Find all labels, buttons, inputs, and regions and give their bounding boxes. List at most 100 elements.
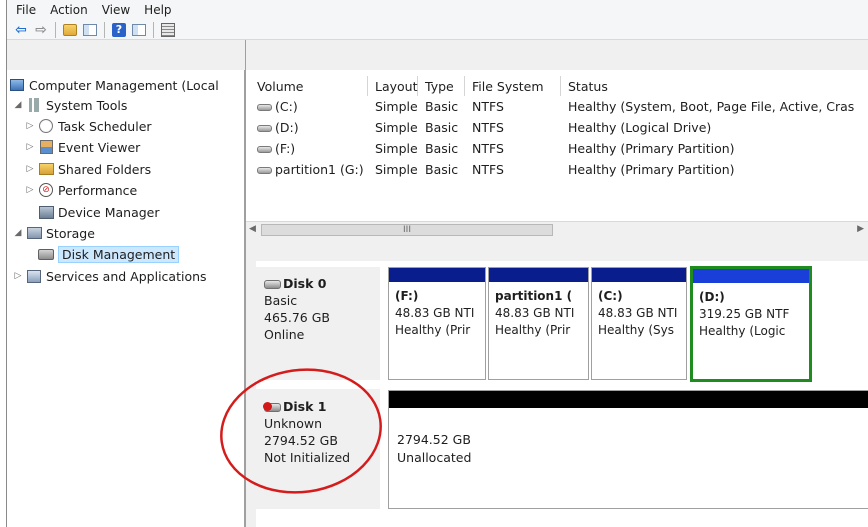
tree-item-label: System Tools <box>46 97 128 113</box>
collapsed-arrow-icon[interactable]: ▷ <box>13 271 23 281</box>
disk-state: Not Initialized <box>264 450 351 465</box>
collapsed-arrow-icon[interactable]: ▷ <box>25 185 35 195</box>
tree-item-shared-folders[interactable]: ▷ Shared Folders <box>25 159 152 179</box>
back-icon[interactable]: ⇦ <box>11 21 31 39</box>
toolbar-separator <box>153 21 154 38</box>
menu-help[interactable]: Help <box>137 3 178 17</box>
volume-status: Healthy (System, Boot, Page File, Active… <box>568 99 855 114</box>
clock-icon <box>38 118 54 134</box>
disk-icon <box>264 280 281 289</box>
tree-item-label: Storage <box>46 225 95 241</box>
expanded-arrow-icon[interactable]: ◢ <box>13 100 23 110</box>
event-viewer-icon <box>38 139 54 155</box>
help-icon[interactable]: ? <box>109 21 129 39</box>
horizontal-scrollbar[interactable]: ◀ III ▶ <box>246 221 868 238</box>
performance-icon: ⊘ <box>38 182 54 198</box>
volume-file-system: NTFS <box>472 162 504 177</box>
unallocated-space[interactable]: 2794.52 GB Unallocated <box>388 390 868 509</box>
tree-item-services-and-applications[interactable]: ▷ Services and Applications <box>13 266 207 286</box>
partition-title: (C:) <box>598 289 623 303</box>
partition-title: (F:) <box>395 289 419 303</box>
volume-row[interactable]: (D:) Simple Basic NTFS Healthy (Logical … <box>246 118 868 138</box>
partition-d[interactable]: (D:) 319.25 GB NTF Healthy (Logic <box>690 266 812 382</box>
pane-splitter[interactable] <box>246 238 868 261</box>
tree-item-label: Computer Management (Local <box>29 77 219 93</box>
volume-row[interactable]: (F:) Simple Basic NTFS Healthy (Primary … <box>246 139 868 159</box>
partition-status: Healthy (Sys <box>598 323 674 337</box>
disk-type: Basic <box>264 293 298 308</box>
partition-status: Healthy (Logic <box>699 324 786 338</box>
toolbar: ⇦ ⇨ ? <box>7 20 868 40</box>
tree-item-device-manager[interactable]: Device Manager <box>38 202 160 222</box>
volume-icon <box>257 104 272 111</box>
partition-status: Healthy (Prir <box>395 323 471 337</box>
tree-item-computer-management[interactable]: Computer Management (Local <box>9 75 219 95</box>
up-folder-icon[interactable] <box>60 21 80 39</box>
show-hide-action-pane-icon[interactable] <box>129 21 149 39</box>
column-header-file-system[interactable]: File System <box>466 76 561 96</box>
partition-title: partition1 ( <box>495 289 573 303</box>
volume-name: (C:) <box>275 99 298 114</box>
volume-type: Basic <box>425 141 459 156</box>
disk-1-label[interactable]: Disk 1 Unknown 2794.52 GB Not Initialize… <box>256 389 380 509</box>
partition-c[interactable]: (C:) 48.83 GB NTI Healthy (Sys <box>591 267 687 380</box>
column-header-volume[interactable]: Volume <box>251 76 368 96</box>
storage-icon <box>26 225 42 241</box>
volume-file-system: NTFS <box>472 141 504 156</box>
partition-bar <box>592 268 686 282</box>
disk-size: 465.76 GB <box>264 310 330 325</box>
forward-icon[interactable]: ⇨ <box>31 21 51 39</box>
tree-item-storage[interactable]: ◢ Storage <box>13 223 95 243</box>
tree-item-disk-management[interactable]: Disk Management <box>38 244 180 264</box>
tree-item-system-tools[interactable]: ◢ System Tools <box>13 95 128 115</box>
partition-size: 319.25 GB NTF <box>699 307 790 321</box>
column-header-status[interactable]: Status <box>562 76 868 96</box>
show-hide-tree-icon[interactable] <box>80 21 100 39</box>
tree-item-task-scheduler[interactable]: ▷ Task Scheduler <box>25 116 152 136</box>
disk-state: Online <box>264 327 305 342</box>
disk-name: Disk 0 <box>283 276 327 291</box>
volume-row[interactable]: partition1 (G:) Simple Basic NTFS Health… <box>246 160 868 180</box>
partition-title: (D:) <box>699 290 725 304</box>
menu-view[interactable]: View <box>95 3 137 17</box>
volume-file-system: NTFS <box>472 99 504 114</box>
partition-g[interactable]: partition1 ( 48.83 GB NTI Healthy (Prir <box>488 267 589 380</box>
expanded-arrow-icon[interactable]: ◢ <box>13 228 23 238</box>
computer-icon <box>9 77 25 93</box>
volume-file-system: NTFS <box>472 120 504 135</box>
collapsed-arrow-icon[interactable]: ▷ <box>25 164 35 174</box>
menu-action[interactable]: Action <box>43 3 95 17</box>
properties-icon[interactable] <box>158 21 178 39</box>
column-header-layout[interactable]: Layout <box>369 76 418 96</box>
collapsed-arrow-icon[interactable]: ▷ <box>25 142 35 152</box>
volume-icon <box>257 125 272 132</box>
unallocated-size: 2794.52 GB <box>397 432 471 447</box>
scroll-right-arrow-icon[interactable]: ▶ <box>857 224 864 234</box>
menu-file[interactable]: File <box>9 3 43 17</box>
partition-size: 48.83 GB NTI <box>495 306 575 320</box>
volume-row[interactable]: (C:) Simple Basic NTFS Healthy (System, … <box>246 97 868 117</box>
scrollbar-thumb[interactable]: III <box>261 224 553 236</box>
disk-map: Disk 0 Basic 465.76 GB Online (F:) 48.83… <box>256 261 868 527</box>
volume-icon <box>257 167 272 174</box>
toolbar-separator <box>104 21 105 38</box>
partition-f[interactable]: (F:) 48.83 GB NTI Healthy (Prir <box>388 267 486 380</box>
partition-size: 48.83 GB NTI <box>395 306 475 320</box>
volume-layout: Simple <box>375 141 418 156</box>
tree-item-performance[interactable]: ▷ ⊘ Performance <box>25 180 138 200</box>
disk-name: Disk 1 <box>283 399 327 414</box>
column-header-type[interactable]: Type <box>419 76 465 96</box>
collapsed-arrow-icon[interactable]: ▷ <box>25 121 35 131</box>
disk-type: Unknown <box>264 416 323 431</box>
disk-0-label[interactable]: Disk 0 Basic 465.76 GB Online <box>256 267 380 380</box>
volume-status: Healthy (Primary Partition) <box>568 162 735 177</box>
scroll-left-arrow-icon[interactable]: ◀ <box>249 224 256 234</box>
disk-size: 2794.52 GB <box>264 433 338 448</box>
tree-item-label: Event Viewer <box>58 139 141 155</box>
tree-item-event-viewer[interactable]: ▷ Event Viewer <box>25 137 141 157</box>
volume-layout: Simple <box>375 99 418 114</box>
tree-item-label: Disk Management <box>58 245 180 263</box>
tree-item-label: Device Manager <box>58 204 160 220</box>
computer-management-window: File Action View Help ⇦ ⇨ ? Computer Man… <box>6 0 868 527</box>
unallocated-bar <box>389 391 868 408</box>
